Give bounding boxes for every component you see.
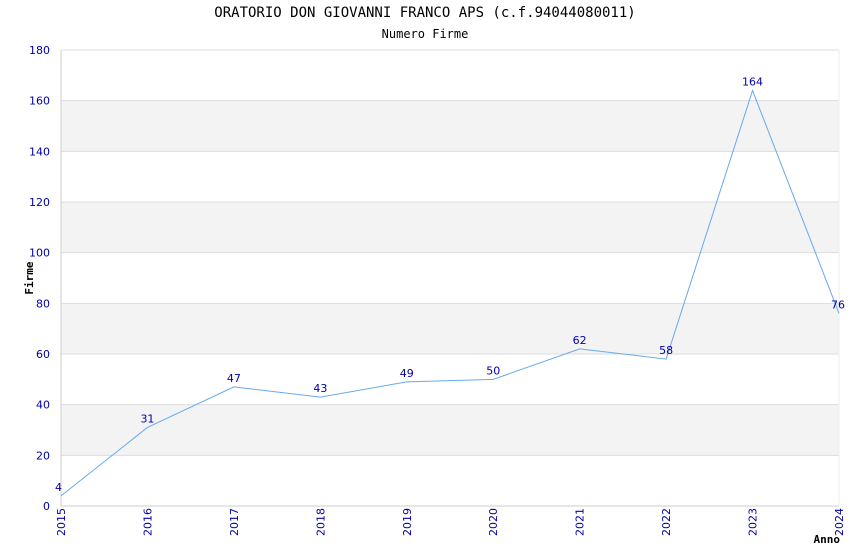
x-tick-label: 2017 [228,508,241,536]
y-tick-label: 160 [29,95,50,108]
y-tick-label: 40 [36,399,50,412]
data-label: 31 [140,412,154,425]
x-tick-label: 2015 [55,508,68,536]
x-tick-label: 2020 [487,508,500,536]
data-label: 4 [55,481,62,494]
y-tick-label: 100 [29,247,50,260]
x-tick-label: 2023 [747,508,760,536]
grid-band [61,202,839,253]
x-axis-title: Anno [814,533,841,546]
grid-band [61,404,839,456]
data-label: 164 [742,76,763,89]
data-label: 76 [831,298,845,311]
y-tick-label: 180 [29,44,50,57]
data-label: 58 [659,344,673,357]
y-tick-label: 60 [36,348,50,361]
y-axis-title: Firme [23,261,36,294]
y-tick-label: 0 [43,500,50,513]
y-tick-label: 80 [36,297,50,310]
x-tick-label: 2022 [660,508,673,536]
x-tick-label: 2016 [141,508,154,536]
data-label: 43 [313,382,327,395]
x-tick-label: 2018 [314,508,327,536]
data-label: 50 [486,364,500,377]
chart: ORATORIO DON GIOVANNI FRANCO APS (c.f.94… [0,0,850,550]
x-tick-label: 2024 [833,508,846,536]
grid-band [61,303,839,354]
grid-band [61,100,839,152]
x-tick-label: 2019 [401,508,414,536]
x-tick-label: 2021 [574,508,587,536]
data-label: 47 [227,372,241,385]
data-label: 49 [400,367,414,380]
plot-area: 0 20 40 60 80 100 120 140 160 180 2015 2016 2017 2018… [23,44,846,546]
data-label: 62 [573,334,587,347]
y-tick-label: 20 [36,449,50,462]
y-tick-label: 120 [29,196,50,209]
y-tick-label: 140 [29,145,50,158]
